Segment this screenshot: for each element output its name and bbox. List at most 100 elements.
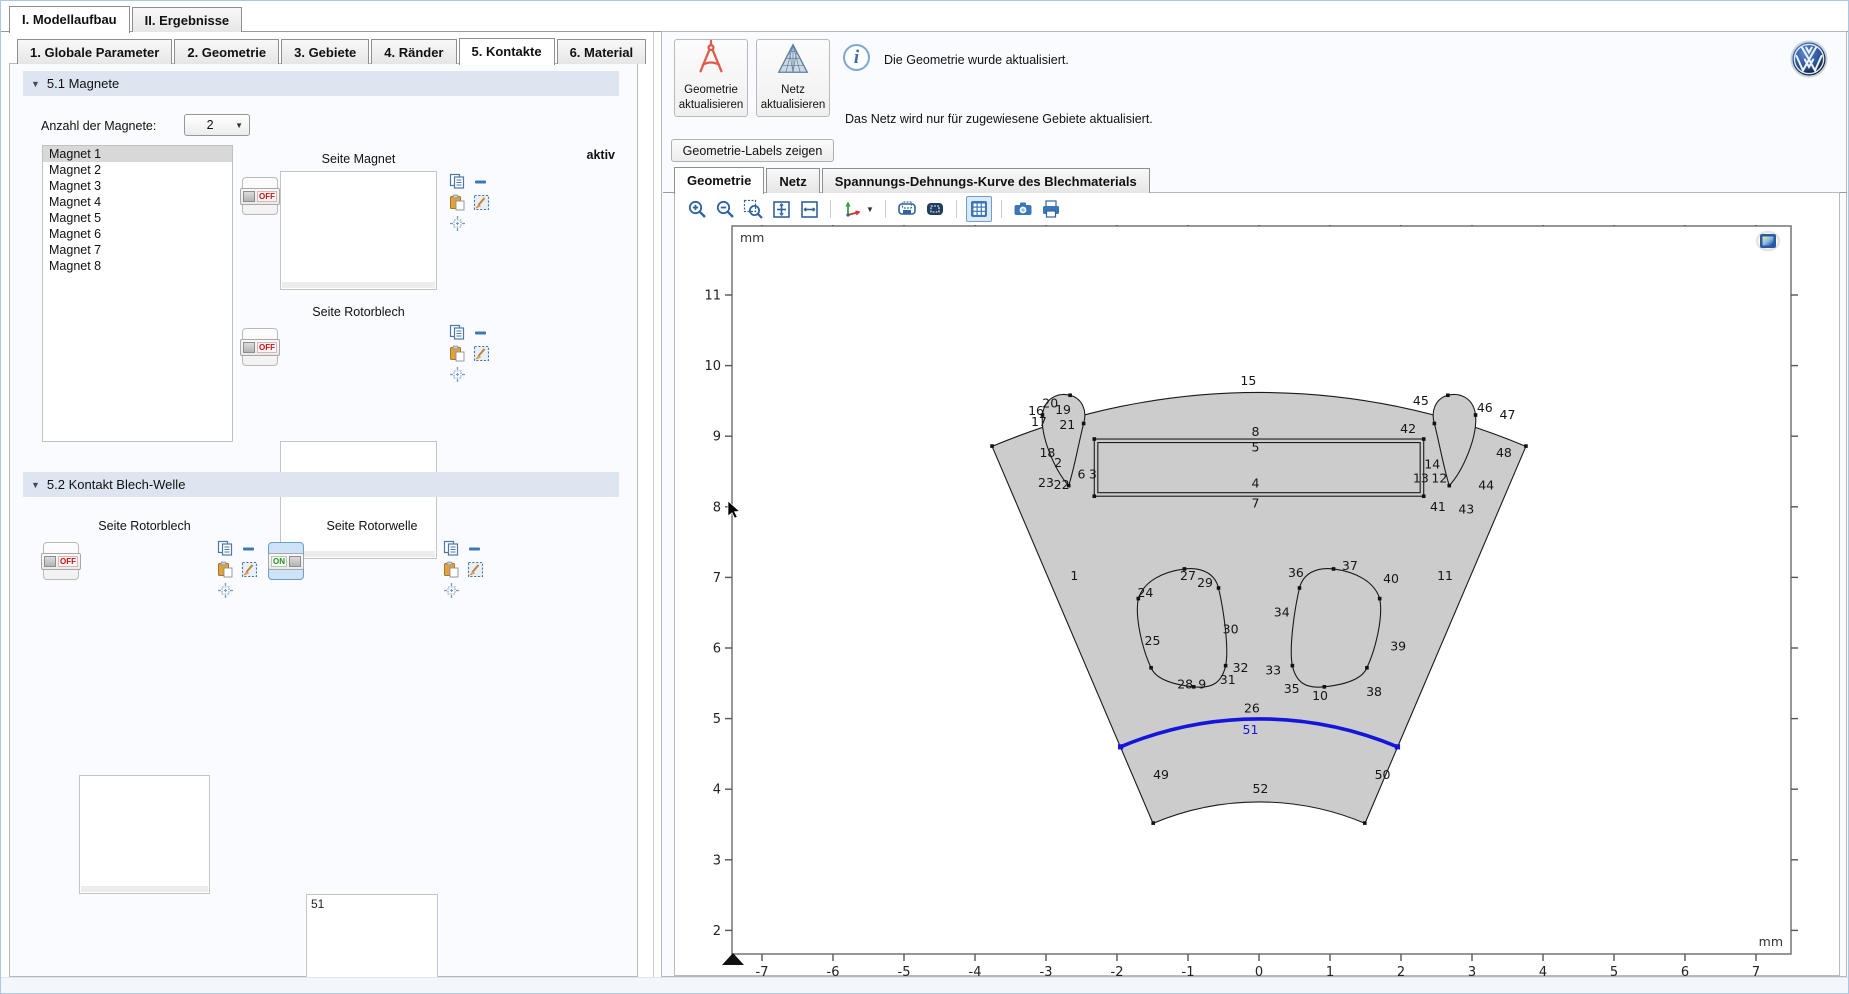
graphics-area[interactable]: ▼ -7-6-5-4-3-2-101234567234567891011mmmm… — [674, 192, 1840, 976]
x-tick-label: -7 — [756, 965, 769, 977]
edge-label: 47 — [1500, 407, 1516, 422]
clear-selection-icon[interactable] — [463, 558, 487, 582]
list-item[interactable]: Magnet 3 — [43, 178, 232, 194]
x-tick-label: -6 — [827, 965, 840, 977]
edge-label: 12 — [1431, 471, 1447, 486]
tab-ii-ergebnisse[interactable]: II. Ergebnisse — [132, 7, 243, 32]
zoom-out-icon[interactable] — [713, 197, 737, 221]
image-export-icon[interactable] — [923, 197, 947, 221]
toggle-seite-magnet[interactable]: OFF — [242, 177, 278, 215]
x-tick-label: -2 — [1111, 965, 1124, 977]
edge-label: 1 — [1070, 568, 1078, 583]
zoom-to-selection-icon[interactable] — [439, 579, 463, 603]
vw-logo — [1790, 40, 1828, 83]
tab-spannungs-dehnungs-kurve-des-blechmaterials[interactable]: Spannungs-Dehnungs-Kurve des Blechmateri… — [822, 168, 1150, 193]
image-snapshot-icon[interactable] — [895, 197, 919, 221]
toggle-kontakt-rotorblech[interactable]: OFF — [43, 542, 79, 580]
y-tick-label: 3 — [713, 853, 721, 868]
camera-icon[interactable] — [1011, 197, 1035, 221]
x-tick-label: 5 — [1610, 965, 1618, 977]
zoom-to-selection-icon[interactable] — [445, 363, 469, 387]
toolbar-separator — [830, 200, 831, 218]
edge-label: 52 — [1252, 781, 1268, 796]
button-label: aktualisieren — [679, 99, 744, 112]
clear-selection-icon[interactable] — [469, 342, 493, 366]
list-item[interactable]: Magnet 5 — [43, 210, 232, 226]
panel-splitter[interactable] — [653, 32, 654, 977]
tab-6-material[interactable]: 6. Material — [557, 39, 647, 64]
group-title-kontakt-rotorwelle: Seite Rotorwelle — [306, 519, 438, 533]
edge-label: 3 — [1089, 466, 1097, 481]
main-tab-bar: I. ModellaufbauII. Ergebnisse — [9, 5, 242, 32]
magnet-list[interactable]: Magnet 1Magnet 2Magnet 3Magnet 4Magnet 5… — [42, 145, 233, 442]
edge-label: 13 — [1413, 471, 1429, 486]
geometry-plot[interactable]: -7-6-5-4-3-2-101234567234567891011mmmm15… — [675, 193, 1841, 977]
toggle-off-label: OFF — [257, 342, 277, 353]
tab-2-geometrie[interactable]: 2. Geometrie — [174, 39, 279, 64]
zoom-extents-icon[interactable] — [769, 197, 793, 221]
chevron-down-icon[interactable]: ▼ — [866, 205, 874, 214]
active-column-label: aktiv — [520, 148, 615, 162]
compass-icon — [691, 39, 731, 82]
selection-box-seite-rotorblech[interactable] — [280, 441, 437, 559]
update-mesh-button[interactable]: Netz aktualisieren — [756, 39, 830, 117]
tab-4-ränder[interactable]: 4. Ränder — [371, 39, 456, 64]
view-orientation-icon[interactable] — [840, 197, 864, 221]
toggle-kontakt-rotorwelle[interactable]: ON — [268, 542, 304, 580]
zoom-fit-icon[interactable] — [797, 197, 821, 221]
list-item[interactable]: Magnet 8 — [43, 258, 232, 274]
selection-box-seite-magnet[interactable] — [280, 171, 437, 290]
x-tick-label: -5 — [898, 965, 911, 977]
edge-label: 24 — [1137, 585, 1153, 600]
selection-toolbar — [442, 538, 484, 601]
collapse-triangle-icon: ▼ — [31, 480, 40, 490]
list-item[interactable]: Magnet 1 — [43, 146, 232, 162]
edge-label: 29 — [1197, 575, 1213, 590]
print-icon[interactable] — [1039, 197, 1063, 221]
update-geometry-button[interactable]: Geometrie aktualisieren — [674, 39, 748, 117]
tab-netz[interactable]: Netz — [766, 168, 819, 193]
edge-label: 43 — [1458, 502, 1474, 517]
tab-5-kontakte[interactable]: 5. Kontakte — [459, 38, 555, 65]
selection-box-kontakt-rotorblech[interactable] — [79, 775, 210, 894]
tab-geometrie[interactable]: Geometrie — [674, 167, 764, 194]
zoom-to-selection-icon[interactable] — [213, 579, 237, 603]
list-item[interactable]: Magnet 2 — [43, 162, 232, 178]
list-item[interactable]: Magnet 6 — [43, 226, 232, 242]
x-tick-label: 6 — [1681, 965, 1689, 977]
edge-label: 14 — [1424, 456, 1440, 471]
selection-toolbar — [448, 322, 490, 385]
clear-selection-icon[interactable] — [237, 558, 261, 582]
tab-3-gebiete[interactable]: 3. Gebiete — [281, 39, 369, 64]
edge-label: 5 — [1251, 439, 1259, 454]
edge-label: 46 — [1477, 400, 1493, 415]
clear-selection-icon[interactable] — [469, 191, 493, 215]
y-tick-label: 4 — [713, 783, 721, 798]
zoom-box-icon[interactable] — [741, 197, 765, 221]
tab-1-globale-parameter[interactable]: 1. Globale Parameter — [17, 39, 172, 64]
tab-i-modellaufbau[interactable]: I. Modellaufbau — [9, 6, 130, 33]
zoom-in-icon[interactable] — [685, 197, 709, 221]
left-tab-bar: 1. Globale Parameter2. Geometrie3. Gebie… — [17, 37, 646, 64]
button-label: aktualisieren — [761, 99, 826, 112]
toggle-seite-rotorblech[interactable]: OFF — [242, 328, 278, 366]
section-header-kontakt[interactable]: ▼ 5.2 Kontakt Blech-Welle — [23, 472, 619, 497]
collapse-triangle-icon: ▼ — [31, 79, 40, 89]
grid-icon[interactable] — [966, 196, 992, 222]
edge-label: 10 — [1312, 688, 1328, 703]
edge-label: 30 — [1223, 622, 1239, 637]
edge-label: 21 — [1059, 417, 1075, 432]
zoom-to-selection-icon[interactable] — [445, 212, 469, 236]
edge-label: 19 — [1055, 402, 1071, 417]
edge-label: 37 — [1342, 558, 1358, 573]
left-settings-panel: ▼ 5.1 Magnete Anzahl der Magnete: 2 ▼ Ma… — [9, 63, 638, 977]
edge-label: 41 — [1430, 499, 1446, 514]
magnet-count-dropdown[interactable]: 2 ▼ — [184, 114, 250, 136]
toolbar-separator — [885, 200, 886, 218]
magnet-count-label: Anzahl der Magnete: — [41, 119, 156, 133]
list-item[interactable]: Magnet 7 — [43, 242, 232, 258]
section-header-magnete[interactable]: ▼ 5.1 Magnete — [23, 71, 619, 96]
list-item[interactable]: Magnet 4 — [43, 194, 232, 210]
show-geometry-labels-button[interactable]: Geometrie-Labels zeigen — [671, 139, 834, 162]
toolbar-separator — [1001, 200, 1002, 218]
